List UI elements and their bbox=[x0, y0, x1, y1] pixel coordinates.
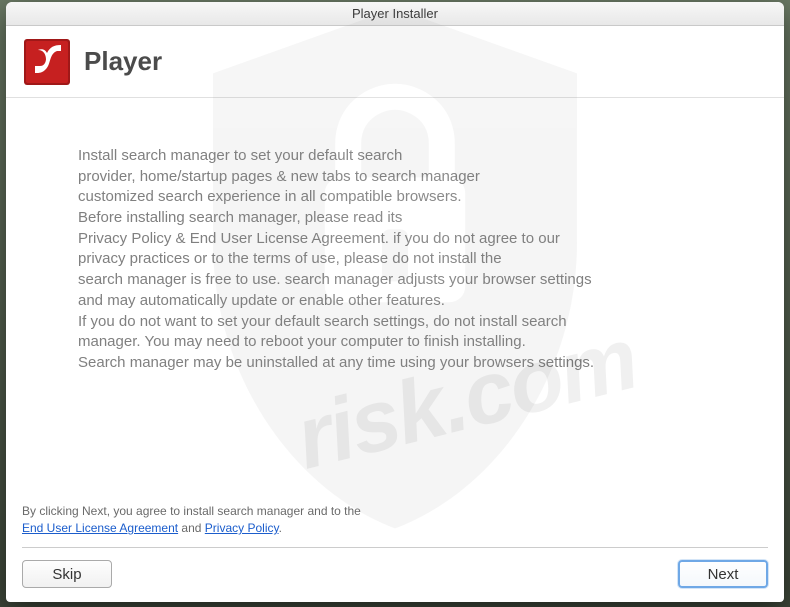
content-area: risk.com Install search manager to set y… bbox=[6, 98, 784, 495]
footer-period: . bbox=[279, 521, 282, 535]
window-title: Player Installer bbox=[352, 6, 438, 21]
button-row: Skip Next bbox=[22, 560, 768, 588]
body-line: provider, home/startup pages & new tabs … bbox=[78, 167, 712, 188]
body-line: Search manager may be uninstalled at any… bbox=[78, 353, 712, 374]
title-bar: Player Installer bbox=[6, 2, 784, 26]
body-line: Privacy Policy & End User License Agreem… bbox=[78, 229, 712, 250]
footer: By clicking Next, you agree to install s… bbox=[6, 495, 784, 602]
body-line: search manager is free to use. search ma… bbox=[78, 270, 712, 291]
body-line: and may automatically update or enable o… bbox=[78, 291, 712, 312]
footer-and: and bbox=[178, 521, 205, 535]
skip-button[interactable]: Skip bbox=[22, 560, 112, 588]
body-line: Before installing search manager, please… bbox=[78, 208, 712, 229]
body-line: manager. You may need to reboot your com… bbox=[78, 332, 712, 353]
flash-player-icon bbox=[24, 39, 70, 85]
footer-legal-text: By clicking Next, you agree to install s… bbox=[22, 503, 768, 548]
body-line: customized search experience in all comp… bbox=[78, 187, 712, 208]
body-line: If you do not want to set your default s… bbox=[78, 312, 712, 333]
app-name: Player bbox=[84, 46, 162, 77]
body-line: privacy practices or to the terms of use… bbox=[78, 249, 712, 270]
header: Player bbox=[6, 26, 784, 98]
installer-window: Player Installer Player risk.com Install… bbox=[6, 2, 784, 602]
body-line: Install search manager to set your defau… bbox=[78, 146, 712, 167]
eula-link[interactable]: End User License Agreement bbox=[22, 521, 178, 535]
footer-pretext: By clicking Next, you agree to install s… bbox=[22, 504, 361, 518]
privacy-link[interactable]: Privacy Policy bbox=[205, 521, 279, 535]
next-button[interactable]: Next bbox=[678, 560, 768, 588]
